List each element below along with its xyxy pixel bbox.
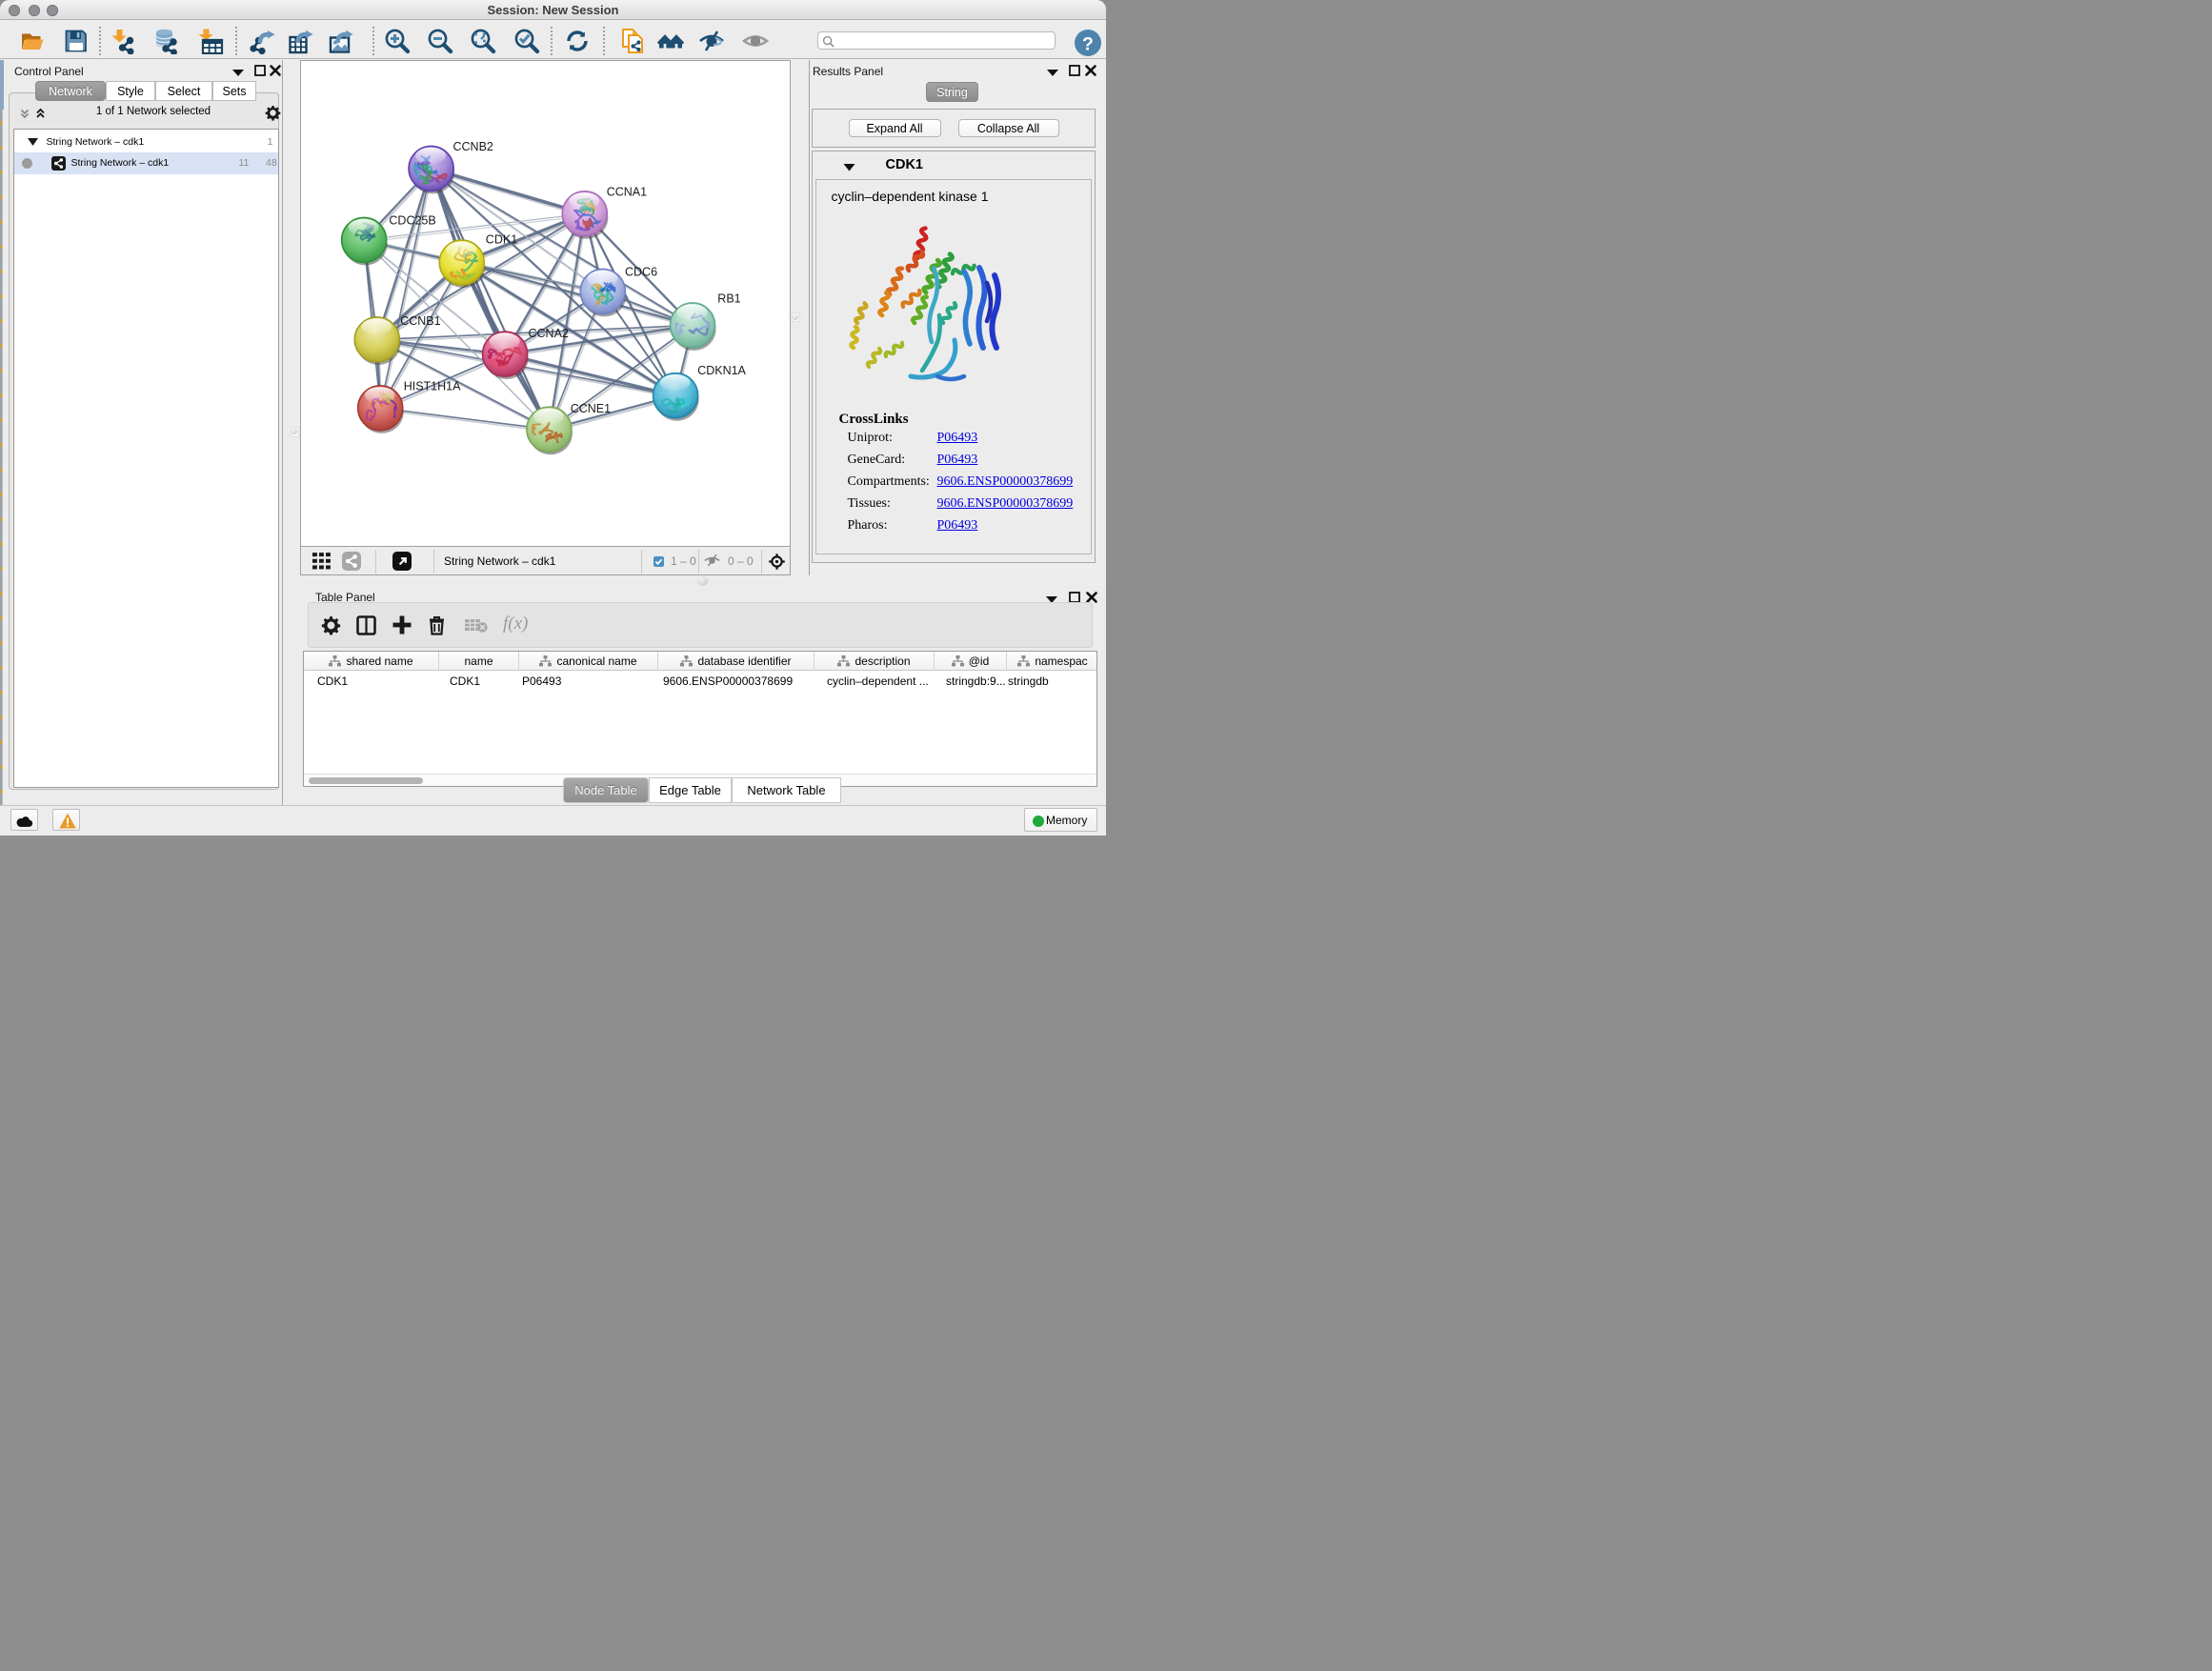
svg-text:CDC25B: CDC25B — [389, 214, 435, 228]
svg-text:CDKN1A: CDKN1A — [697, 364, 746, 377]
svg-text:CCNA2: CCNA2 — [529, 327, 569, 340]
svg-text:CDC6: CDC6 — [625, 266, 657, 279]
svg-text:?: ? — [1082, 33, 1094, 54]
svg-text:CCNE1: CCNE1 — [571, 402, 611, 415]
svg-text:CCNA1: CCNA1 — [607, 186, 647, 199]
svg-text:HIST1H1A: HIST1H1A — [404, 380, 461, 393]
svg-text:CDK1: CDK1 — [486, 233, 517, 247]
svg-text:RB1: RB1 — [717, 292, 740, 305]
svg-text:CCNB1: CCNB1 — [400, 314, 440, 328]
svg-text:CCNB2: CCNB2 — [453, 140, 493, 153]
